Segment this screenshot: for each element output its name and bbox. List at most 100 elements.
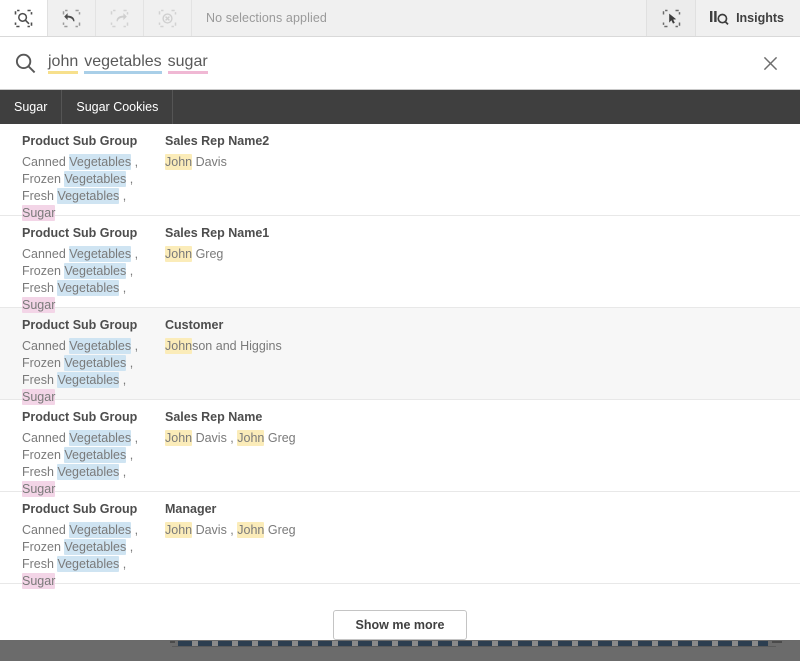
value-text: , [126, 540, 133, 554]
search-selection-icon [14, 9, 33, 28]
value-text: , [131, 431, 138, 445]
search-tab[interactable]: Sugar [0, 90, 62, 124]
value-text: Fresh [22, 281, 57, 295]
result-field-name: Sales Rep Name [165, 410, 800, 425]
result-column-right: Manager John Davis , John Greg [165, 502, 800, 571]
result-value-line[interactable]: Frozen Vegetables , [22, 263, 165, 280]
value-text: , [119, 557, 126, 571]
match-highlight: Sugar [22, 389, 55, 405]
value-text: Frozen [22, 540, 64, 554]
search-result-row[interactable]: Product Sub GroupCanned Vegetables ,Froz… [0, 124, 800, 216]
result-value-line[interactable]: Frozen Vegetables , [22, 447, 165, 464]
result-field-values: John Greg [165, 246, 800, 263]
result-value-line[interactable]: Fresh Vegetables , [22, 188, 165, 205]
value-text: Frozen [22, 448, 64, 462]
value-text: Davis , [192, 523, 237, 537]
result-value-line[interactable]: Frozen Vegetables , [22, 355, 165, 372]
result-column-left: Product Sub GroupCanned Vegetables ,Froz… [22, 318, 165, 387]
result-value-line[interactable]: Canned Vegetables , [22, 246, 165, 263]
value-text: , [126, 448, 133, 462]
search-result-row[interactable]: Product Sub GroupCanned Vegetables ,Froz… [0, 492, 800, 584]
insights-button[interactable]: Insights [696, 0, 800, 36]
result-field-name: Product Sub Group [22, 226, 165, 241]
search-result-row[interactable]: Product Sub GroupCanned Vegetables ,Froz… [0, 400, 800, 492]
value-text: , [126, 172, 133, 186]
selection-cursor-icon [662, 9, 681, 28]
result-value-line[interactable]: Canned Vegetables , [22, 338, 165, 355]
result-value-line[interactable]: Frozen Vegetables , [22, 539, 165, 556]
result-value-line[interactable]: Sugar [22, 573, 165, 590]
selection-toolbar: No selections applied Insights [0, 0, 800, 37]
result-value-line[interactable]: John Davis , John Greg [165, 522, 800, 539]
match-highlight: Sugar [22, 205, 55, 221]
match-highlight: Vegetables [57, 372, 119, 388]
match-highlight: Sugar [22, 297, 55, 313]
result-value-line[interactable]: John Greg [165, 246, 800, 263]
result-field-values: John Davis [165, 154, 800, 171]
value-text: Fresh [22, 189, 57, 203]
result-value-line[interactable]: Johnson and Higgins [165, 338, 800, 355]
result-value-line[interactable]: Canned Vegetables , [22, 154, 165, 171]
result-value-line[interactable]: Frozen Vegetables , [22, 171, 165, 188]
result-value-line[interactable]: John Davis [165, 154, 800, 171]
value-text: Greg [264, 431, 295, 445]
result-value-line[interactable]: Canned Vegetables , [22, 522, 165, 539]
bottom-clipped-chart-strip [0, 640, 800, 661]
value-text: Frozen [22, 264, 64, 278]
selection-tool-button[interactable] [646, 0, 696, 36]
result-value-line[interactable]: Fresh Vegetables , [22, 464, 165, 481]
result-value-line[interactable]: Sugar [22, 205, 165, 222]
result-value-line[interactable]: Sugar [22, 389, 165, 406]
search-result-tabs: SugarSugar Cookies [0, 90, 800, 124]
result-value-line[interactable]: Fresh Vegetables , [22, 280, 165, 297]
match-highlight: John [165, 246, 192, 262]
search-result-row[interactable]: Product Sub GroupCanned Vegetables ,Froz… [0, 308, 800, 400]
result-value-line[interactable]: Fresh Vegetables , [22, 372, 165, 389]
result-column-right: Sales Rep Name John Davis , John Greg [165, 410, 800, 479]
redo-arrow-icon [110, 9, 129, 28]
search-tab[interactable]: Sugar Cookies [62, 90, 173, 124]
clear-search-button[interactable] [756, 56, 784, 71]
result-field-name: Manager [165, 502, 800, 517]
step-back-button[interactable] [48, 0, 96, 36]
value-text: Canned [22, 247, 69, 261]
result-value-line[interactable]: Sugar [22, 481, 165, 498]
search-result-row[interactable]: Product Sub GroupCanned Vegetables ,Froz… [0, 216, 800, 308]
result-field-values: Johnson and Higgins [165, 338, 800, 355]
tab-filler [173, 90, 800, 124]
search-term[interactable]: vegetables [84, 53, 161, 74]
match-highlight: Vegetables [69, 154, 131, 170]
result-value-line[interactable]: Sugar [22, 297, 165, 314]
show-me-more-button[interactable]: Show me more [333, 610, 468, 640]
match-highlight: Sugar [22, 573, 55, 589]
value-text: Greg [192, 247, 223, 261]
result-value-line[interactable]: Fresh Vegetables , [22, 556, 165, 573]
value-text: Fresh [22, 557, 57, 571]
result-value-line[interactable]: Canned Vegetables , [22, 430, 165, 447]
search-icon-wrap [14, 52, 46, 75]
search-input[interactable]: john vegetables sugar [46, 53, 756, 74]
match-highlight: Vegetables [69, 246, 131, 262]
value-text: , [131, 155, 138, 169]
search-bar[interactable]: john vegetables sugar [0, 37, 800, 90]
match-highlight: Vegetables [57, 556, 119, 572]
value-text: Canned [22, 339, 69, 353]
value-text: , [131, 247, 138, 261]
match-highlight: John [165, 430, 192, 446]
insights-label: Insights [736, 11, 784, 25]
step-forward-button[interactable] [96, 0, 144, 36]
search-term[interactable]: sugar [168, 53, 208, 74]
value-text: Fresh [22, 465, 57, 479]
result-column-left: Product Sub GroupCanned Vegetables ,Froz… [22, 134, 165, 203]
match-highlight: Vegetables [69, 338, 131, 354]
result-column-left: Product Sub GroupCanned Vegetables ,Froz… [22, 502, 165, 571]
result-value-line[interactable]: John Davis , John Greg [165, 430, 800, 447]
value-text: , [119, 465, 126, 479]
result-field-name: Sales Rep Name1 [165, 226, 800, 241]
match-highlight: Vegetables [69, 522, 131, 538]
value-text: son and Higgins [192, 339, 282, 353]
selection-search-button[interactable] [0, 0, 48, 36]
match-highlight: John [237, 522, 264, 538]
search-term[interactable]: john [48, 53, 78, 74]
clear-all-selections-button[interactable] [144, 0, 192, 36]
